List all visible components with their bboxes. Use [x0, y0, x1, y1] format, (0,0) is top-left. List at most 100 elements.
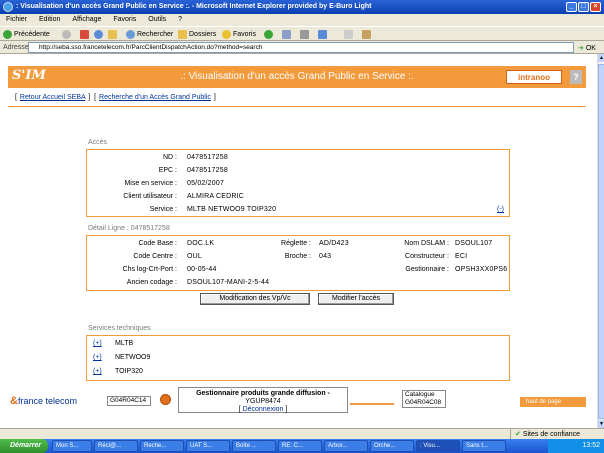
mail-button[interactable]: [282, 27, 293, 42]
field-value: 0478517258: [187, 167, 228, 174]
taskbar-item[interactable]: UAT S...: [186, 440, 230, 452]
favorites-button[interactable]: Favoris: [222, 27, 256, 42]
close-button[interactable]: ×: [590, 2, 601, 12]
print-button[interactable]: [300, 27, 311, 42]
logout-link[interactable]: Déconnexion: [243, 406, 284, 413]
discuss-button[interactable]: [344, 27, 355, 42]
france-telecom-logo: &france telecom: [10, 395, 77, 407]
field-label: ND :: [163, 154, 177, 161]
check-icon: ✔: [515, 431, 521, 438]
ie-icon: [3, 2, 13, 12]
go-arrow-icon: ➜: [578, 45, 584, 52]
menu-affichage[interactable]: Affichage: [72, 16, 101, 23]
menu-fichier[interactable]: Fichier: [6, 16, 27, 23]
field-label: Client utilisateur :: [123, 193, 177, 200]
section-acces-title: Accès: [88, 139, 108, 146]
menu-help[interactable]: ?: [178, 16, 182, 23]
field-value: DSOUL107-MANI-2-5-44: [187, 279, 270, 286]
service-expand-link[interactable]: (+): [93, 340, 102, 347]
service-name: MLTB: [115, 340, 134, 347]
intranoo-button[interactable]: intranoo: [506, 70, 562, 84]
history-icon: [264, 29, 273, 39]
taskbar-item[interactable]: Boîte ...: [232, 440, 276, 452]
minimize-button[interactable]: _: [566, 2, 577, 12]
menu-outils[interactable]: Outils: [148, 16, 166, 23]
clock: 13:52: [582, 442, 600, 449]
stop-button[interactable]: [80, 27, 91, 42]
address-input[interactable]: http://seba.sso.francetelecom.fr/ParcCli…: [28, 42, 574, 53]
taskbar-item-active[interactable]: : Visu...: [416, 440, 460, 452]
edit-button[interactable]: [318, 27, 329, 42]
scroll-up-icon[interactable]: ▲: [598, 54, 604, 62]
page-title: .: Visualisation d'un accès Grand Public…: [180, 71, 414, 82]
link-home[interactable]: Retour Accueil SEBA: [20, 94, 85, 101]
user-id: YGUP8474: [245, 398, 281, 405]
field-value: AD/D423: [319, 240, 349, 247]
refresh-button[interactable]: [94, 27, 105, 42]
history-button[interactable]: [264, 27, 275, 42]
taskbar-item[interactable]: Arbor...: [324, 440, 368, 452]
taskbar-item[interactable]: Mon S...: [52, 440, 92, 452]
scroll-thumb[interactable]: [598, 64, 604, 419]
research-icon: [362, 29, 371, 39]
field-label: Code Base :: [138, 240, 177, 247]
forward-button[interactable]: [62, 27, 73, 42]
field-label: Chs log-Crt-Port :: [122, 266, 177, 273]
forward-arrow-icon: [62, 29, 71, 39]
maximize-button[interactable]: □: [578, 2, 589, 12]
field-label: Nom DSLAM :: [404, 240, 449, 247]
divider: [8, 106, 586, 107]
field-value: DOC.LK: [187, 240, 215, 247]
stop-icon: [80, 29, 89, 39]
modify-access-button[interactable]: Modifier l'accès: [318, 293, 394, 305]
folders-button[interactable]: Dossiers: [178, 27, 216, 42]
research-button[interactable]: [362, 27, 373, 42]
service-expand-link[interactable]: (+): [93, 368, 102, 375]
help-button[interactable]: ?: [570, 70, 582, 84]
catalogue-box: Catalogue G04R04C08: [402, 390, 446, 408]
home-button[interactable]: [108, 27, 119, 42]
field-label: EPC :: [158, 167, 177, 174]
mail-icon: [282, 29, 291, 39]
field-value: 05/02/2007: [187, 180, 225, 187]
scroll-down-icon[interactable]: ▼: [598, 420, 604, 428]
orange-circle-icon[interactable]: [160, 394, 171, 405]
user-role: Gestionnaire produits grande diffusion -: [196, 390, 330, 397]
header-banner: S'IM .: Visualisation d'un accès Grand P…: [8, 66, 586, 88]
field-value: MLTB NETWOO9 TOIP320: [187, 206, 277, 213]
taskbar-item[interactable]: Reche...: [140, 440, 184, 452]
taskbar-item[interactable]: Orche...: [370, 440, 414, 452]
nav-links: [ Retour Accueil SEBA ] [ Recherche d'un…: [15, 94, 216, 101]
back-button[interactable]: Précédente: [3, 27, 50, 42]
taskbar-item[interactable]: Sans t...: [462, 440, 506, 452]
address-label: Adresse: [3, 44, 29, 51]
window-title: : Visualisation d'un accès Grand Public …: [16, 3, 372, 10]
start-button[interactable]: Démarrer: [0, 439, 48, 453]
search-button[interactable]: Rechercher: [126, 27, 173, 42]
field-value: 0478517258: [187, 154, 228, 161]
field-label: Gestionnaire :: [405, 266, 449, 273]
menu-bar: Fichier Edition Affichage Favoris Outils…: [0, 14, 604, 26]
folder-icon: [178, 29, 187, 39]
taskbar: Démarrer Mon S... Récl@... Reche... UAT …: [0, 439, 604, 453]
menu-edition[interactable]: Edition: [39, 16, 60, 23]
page-viewport: S'IM .: Visualisation d'un accès Grand P…: [0, 54, 597, 428]
taskbar-item[interactable]: Récl@...: [94, 440, 138, 452]
field-label: Service :: [149, 206, 177, 213]
collapse-link[interactable]: (-): [497, 206, 504, 213]
section-ligne-title: Détail Ligne : 0478517258: [88, 225, 170, 232]
page-icon: [344, 29, 353, 39]
link-search[interactable]: Recherche d'un Accès Grand Public: [99, 94, 211, 101]
back-to-top-link[interactable]: haut de page: [520, 397, 586, 407]
modify-vpvc-button[interactable]: Modification des Vp/Vc: [200, 293, 310, 305]
user-panel: Gestionnaire produits grande diffusion -…: [178, 387, 348, 413]
page-footer: &france telecom G04R04C14 Gestionnaire p…: [0, 385, 597, 413]
vertical-scrollbar[interactable]: ▲ ▼: [597, 54, 604, 428]
system-tray: 13:52: [548, 439, 604, 453]
menu-favoris[interactable]: Favoris: [113, 16, 136, 23]
taskbar-item[interactable]: RE: C...: [278, 440, 322, 452]
service-expand-link[interactable]: (+): [93, 354, 102, 361]
field-value: 00-05-44: [187, 266, 217, 273]
search-icon: [126, 29, 135, 39]
field-value: ECI: [455, 253, 468, 260]
